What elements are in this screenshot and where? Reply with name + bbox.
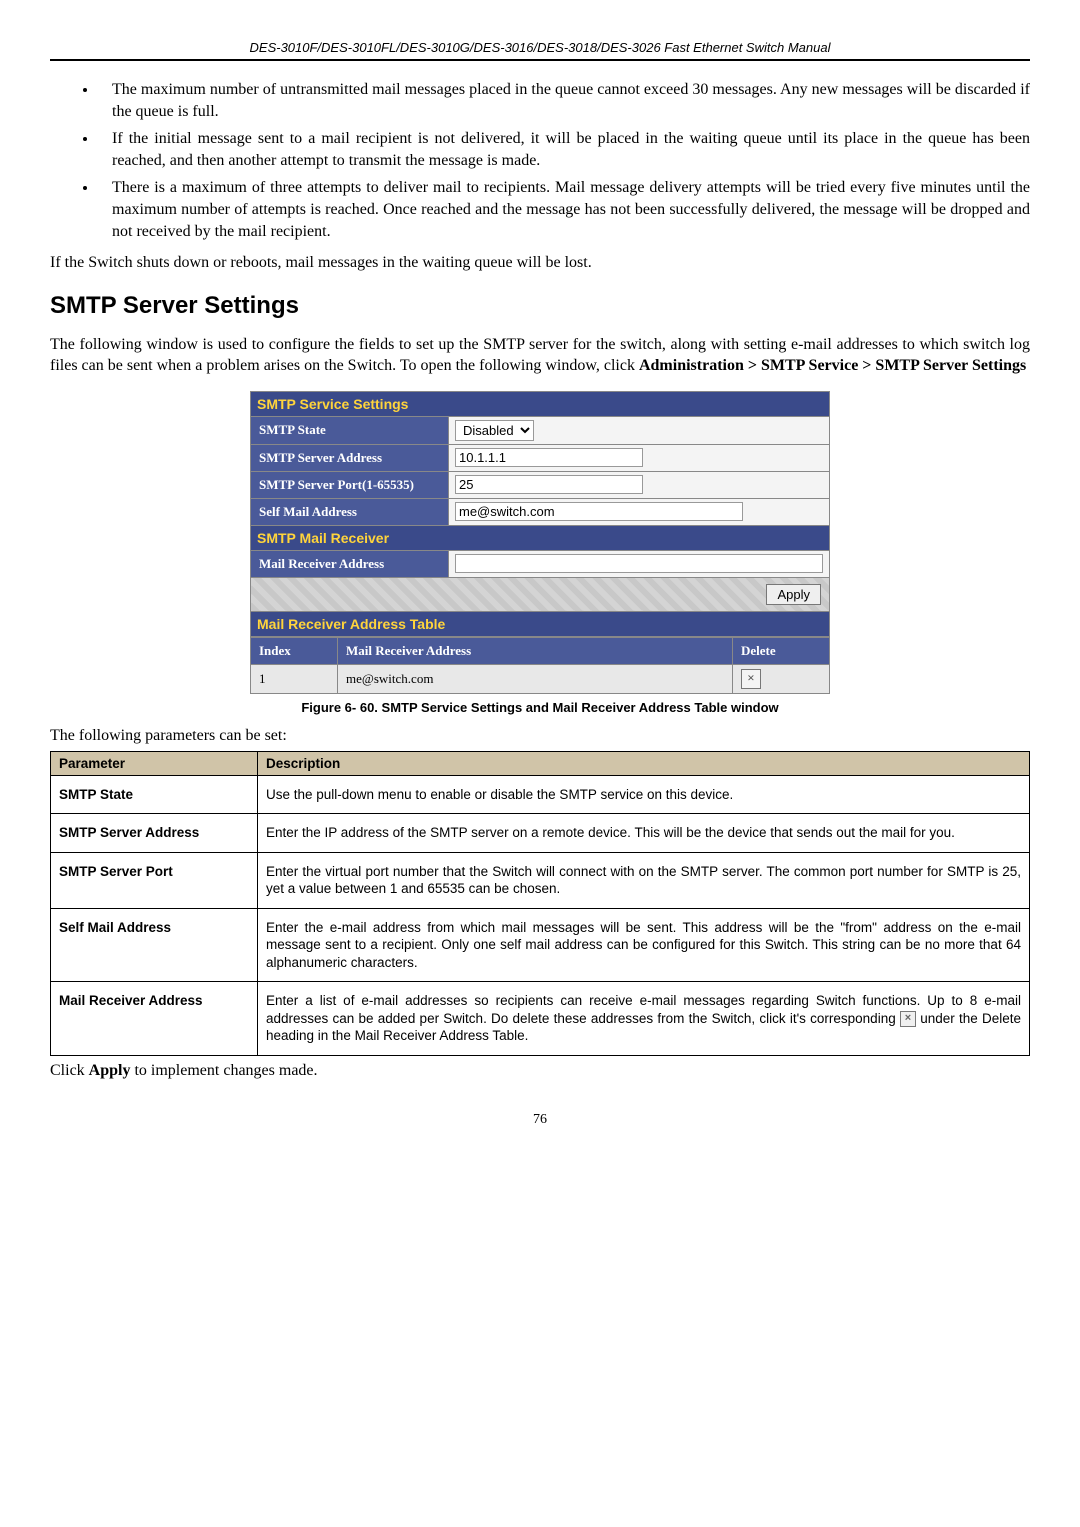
param-name: SMTP Server Address: [51, 814, 258, 853]
param-desc: Enter the virtual port number that the S…: [258, 852, 1030, 908]
closing-pre: Click: [50, 1062, 89, 1079]
bullet-item: The maximum number of untransmitted mail…: [98, 79, 1030, 122]
smtp-state-select[interactable]: Disabled: [455, 420, 534, 441]
smtp-server-port-label: SMTP Server Port(1-65535): [251, 471, 449, 498]
page-header: DES-3010F/DES-3010FL/DES-3010G/DES-3016/…: [50, 40, 1030, 61]
smtp-server-port-input[interactable]: [455, 475, 643, 494]
panel-header-receiver: SMTP Mail Receiver: [251, 525, 830, 550]
smtp-server-address-label: SMTP Server Address: [251, 444, 449, 471]
param-desc: Use the pull-down menu to enable or disa…: [258, 775, 1030, 814]
closing-line: Click Apply to implement changes made.: [50, 1060, 1030, 1082]
col-address: Mail Receiver Address: [338, 637, 733, 664]
smtp-settings-figure: SMTP Service Settings SMTP State Disable…: [250, 391, 830, 694]
section-heading: SMTP Server Settings: [50, 292, 1030, 320]
delete-icon: ×: [900, 1011, 916, 1027]
cell-address: me@switch.com: [338, 664, 733, 693]
col-delete: Delete: [733, 637, 830, 664]
self-mail-address-input[interactable]: [455, 502, 743, 521]
bullet-item: There is a maximum of three attempts to …: [98, 177, 1030, 242]
param-desc: Enter a list of e-mail addresses so reci…: [258, 982, 1030, 1056]
panel-header-service: SMTP Service Settings: [251, 391, 830, 416]
apply-button[interactable]: Apply: [766, 584, 821, 605]
th-description: Description: [258, 751, 1030, 775]
mail-receiver-address-label: Mail Receiver Address: [251, 550, 449, 577]
delete-icon[interactable]: ×: [741, 669, 761, 689]
smtp-state-label: SMTP State: [251, 416, 449, 444]
closing-bold: Apply: [89, 1062, 131, 1079]
col-index: Index: [251, 637, 338, 664]
mail-receiver-address-input[interactable]: [455, 554, 823, 573]
cell-index: 1: [251, 664, 338, 693]
page-number: 76: [50, 1112, 1030, 1128]
breadcrumb: Administration > SMTP Service > SMTP Ser…: [639, 357, 1026, 374]
bullet-item: If the initial message sent to a mail re…: [98, 128, 1030, 171]
param-desc: Enter the e-mail address from which mail…: [258, 908, 1030, 982]
bullet-list: The maximum number of untransmitted mail…: [50, 79, 1030, 242]
panel-header-table: Mail Receiver Address Table: [251, 611, 830, 636]
params-intro: The following parameters can be set:: [50, 725, 1030, 747]
parameter-table: Parameter Description SMTP State Use the…: [50, 751, 1030, 1056]
param-name: Mail Receiver Address: [51, 982, 258, 1056]
closing-post: to implement changes made.: [130, 1062, 317, 1079]
paragraph: If the Switch shuts down or reboots, mai…: [50, 252, 1030, 274]
param-desc: Enter the IP address of the SMTP server …: [258, 814, 1030, 853]
self-mail-address-label: Self Mail Address: [251, 498, 449, 525]
param-name: SMTP State: [51, 775, 258, 814]
param-name: SMTP Server Port: [51, 852, 258, 908]
figure-caption: Figure 6- 60. SMTP Service Settings and …: [50, 700, 1030, 715]
th-parameter: Parameter: [51, 751, 258, 775]
param-name: Self Mail Address: [51, 908, 258, 982]
smtp-server-address-input[interactable]: [455, 448, 643, 467]
intro-paragraph: The following window is used to configur…: [50, 334, 1030, 377]
